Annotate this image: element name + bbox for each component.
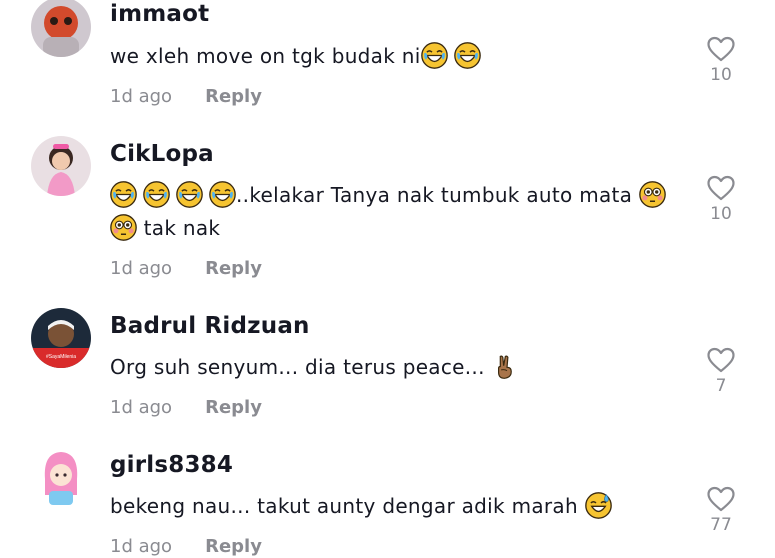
victory-hand-emoji-icon [491, 353, 518, 380]
comment-meta: 1d ago Reply [110, 258, 262, 279]
comment-text: Org suh senyum... dia terus peace... [110, 351, 690, 384]
avatar-image [31, 0, 91, 57]
like-count: 10 [710, 65, 732, 85]
heart-icon [706, 485, 736, 513]
timestamp: 1d ago [110, 86, 173, 107]
heart-icon [706, 346, 736, 374]
reply-button[interactable]: Reply [205, 397, 262, 418]
avatar-image [31, 136, 91, 196]
like-button[interactable]: 77 [700, 485, 742, 535]
avatar[interactable] [31, 136, 91, 196]
comment-meta: 1d ago Reply [110, 397, 262, 418]
username[interactable]: Badrul Ridzuan [110, 313, 310, 339]
like-count: 77 [710, 515, 732, 535]
avatar-image: #SayaMilenia [31, 308, 91, 368]
like-button[interactable]: 10 [700, 35, 742, 85]
timestamp: 1d ago [110, 397, 173, 418]
comment-meta: 1d ago Reply [110, 536, 262, 557]
like-count: 10 [710, 204, 732, 224]
avatar-image [31, 447, 91, 507]
avatar[interactable] [31, 0, 91, 57]
comment-text: bekeng nau... takut aunty dengar adik ma… [110, 490, 690, 523]
avatar[interactable]: #SayaMilenia [31, 308, 91, 368]
reply-button[interactable]: Reply [205, 258, 262, 279]
joy-emoji-icon [454, 42, 481, 69]
reply-button[interactable]: Reply [205, 86, 262, 107]
comment-text: we xleh move on tgk budak ni [110, 40, 690, 73]
heart-icon [706, 174, 736, 202]
comment-text: ..kelakar Tanya nak tumbuk auto mata tak… [110, 179, 690, 245]
avatar-caption: #SayaMilenia [46, 354, 76, 360]
username[interactable]: CikLopa [110, 141, 214, 167]
joy-emoji-icon [421, 42, 448, 69]
like-button[interactable]: 10 [700, 174, 742, 224]
joy-emoji-icon [110, 181, 137, 208]
heart-icon [706, 35, 736, 63]
comment-meta: 1d ago Reply [110, 86, 262, 107]
avatar[interactable] [31, 447, 91, 507]
comment-text-part: tak nak [137, 216, 221, 240]
joy-emoji-icon [176, 181, 203, 208]
like-button[interactable]: 7 [700, 346, 742, 396]
timestamp: 1d ago [110, 536, 173, 557]
username[interactable]: immaot [110, 1, 209, 27]
timestamp: 1d ago [110, 258, 173, 279]
flushed-emoji-icon [639, 181, 666, 208]
like-count: 7 [715, 376, 727, 396]
joy-emoji-icon [209, 181, 236, 208]
comment-text-part: bekeng nau... takut aunty dengar adik ma… [110, 494, 585, 518]
sweat-smile-emoji-icon [585, 492, 612, 519]
reply-button[interactable]: Reply [205, 536, 262, 557]
flushed-emoji-icon [110, 214, 137, 241]
comment-text-part: we xleh move on tgk budak ni [110, 44, 421, 68]
comment-text-part: ..kelakar Tanya nak tumbuk auto mata [236, 183, 639, 207]
joy-emoji-icon [143, 181, 170, 208]
username[interactable]: girls8384 [110, 452, 233, 478]
comment-text-part: Org suh senyum... dia terus peace... [110, 355, 492, 379]
